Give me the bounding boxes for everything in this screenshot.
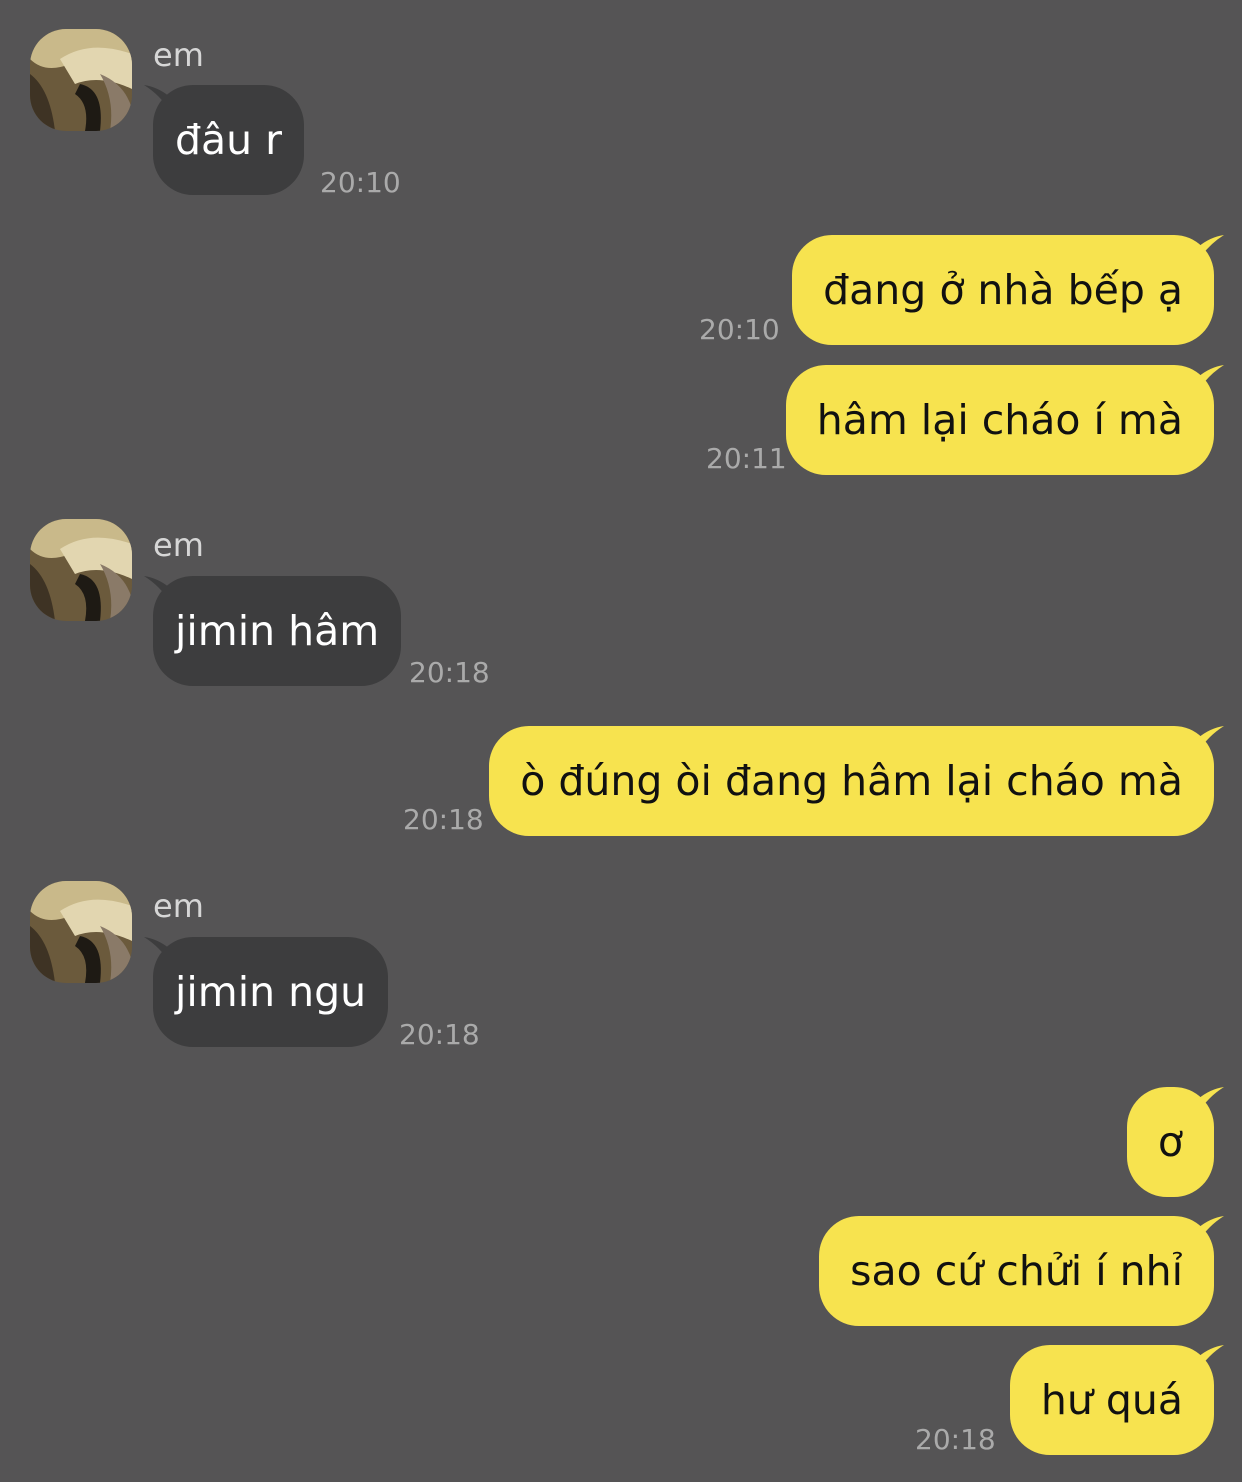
message-timestamp: 20:10	[320, 166, 401, 199]
message-timestamp: 20:11	[706, 442, 787, 475]
message-text: đang ở nhà bếp ạ	[823, 266, 1183, 314]
message-bubble-outgoing[interactable]: ơ	[1126, 1087, 1224, 1197]
message-bubble-outgoing[interactable]: hâm lại cháo í mà	[785, 365, 1224, 475]
message-timestamp: 20:18	[409, 656, 490, 689]
message-bubble-outgoing[interactable]: ò đúng òi đang hâm lại cháo mà	[489, 726, 1224, 836]
contact-avatar[interactable]	[30, 29, 132, 131]
message-text: hâm lại cháo í mà	[816, 396, 1183, 444]
message-text: sao cứ chửi í nhỉ	[850, 1247, 1183, 1295]
contact-avatar[interactable]	[30, 881, 132, 983]
message-timestamp: 20:18	[403, 803, 484, 836]
message-bubble-incoming[interactable]: đâu r	[144, 85, 305, 195]
message-text: ơ	[1157, 1118, 1183, 1166]
message-bubble-outgoing[interactable]: đang ở nhà bếp ạ	[792, 235, 1224, 345]
message-bubble-outgoing[interactable]: hư quá	[1009, 1345, 1224, 1455]
contact-avatar[interactable]	[30, 519, 132, 621]
message-text: đâu r	[175, 116, 283, 164]
message-text: jimin hâm	[175, 607, 380, 655]
sender-name: em	[153, 36, 204, 74]
message-bubble-incoming[interactable]: jimin ngu	[144, 937, 389, 1047]
sender-name: em	[153, 526, 204, 564]
message-timestamp: 20:18	[399, 1018, 480, 1051]
sender-name: em	[153, 887, 204, 925]
message-timestamp: 20:18	[915, 1423, 996, 1456]
message-bubble-outgoing[interactable]: sao cứ chửi í nhỉ	[819, 1216, 1224, 1326]
message-bubble-incoming[interactable]: jimin hâm	[144, 576, 402, 686]
message-text: ò đúng òi đang hâm lại cháo mà	[520, 757, 1183, 805]
message-timestamp: 20:10	[699, 313, 780, 346]
message-text: jimin ngu	[175, 968, 367, 1016]
message-text: hư quá	[1040, 1376, 1183, 1424]
chat-thread[interactable]: em đâu r 20:10 đang ở nhà bếp ạ 20:10 hâ…	[0, 0, 1242, 1482]
